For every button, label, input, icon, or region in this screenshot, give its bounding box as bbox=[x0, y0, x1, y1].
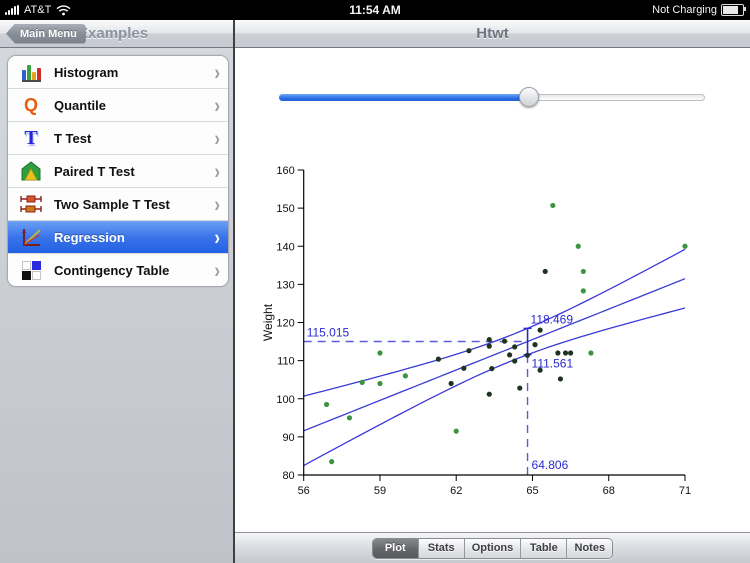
svg-text:59: 59 bbox=[374, 485, 386, 497]
sidebar-item-paired-t-test[interactable]: Paired T Test › bbox=[8, 155, 228, 188]
svg-text:160: 160 bbox=[276, 165, 294, 177]
two-sample-t-test-icon bbox=[18, 192, 44, 216]
confidence-slider[interactable] bbox=[279, 86, 705, 108]
tab-stats[interactable]: Stats bbox=[418, 538, 465, 558]
t-test-icon: T bbox=[24, 127, 38, 149]
main-navbar: Htwt bbox=[235, 20, 750, 48]
sidebar-item-label: Quantile bbox=[54, 97, 107, 113]
battery-status-label: Not Charging bbox=[652, 4, 717, 16]
chevron-right-icon: › bbox=[214, 192, 220, 216]
svg-text:110: 110 bbox=[277, 356, 295, 368]
main-pane: Htwt 80 90 100 110 120 130 140 150 160 56 59 62 65 68… bbox=[235, 20, 750, 563]
svg-text:62: 62 bbox=[450, 485, 462, 497]
svg-text:120: 120 bbox=[276, 318, 294, 330]
view-segmented-control: Plot Stats Options Table Notes bbox=[371, 537, 614, 559]
tab-options[interactable]: Options bbox=[464, 538, 522, 558]
tab-table[interactable]: Table bbox=[521, 538, 568, 558]
chevron-right-icon: › bbox=[214, 159, 220, 183]
svg-text:130: 130 bbox=[276, 279, 294, 291]
paired-t-test-icon bbox=[18, 159, 44, 183]
svg-text:150: 150 bbox=[276, 203, 294, 215]
sidebar-item-label: Two Sample T Test bbox=[54, 196, 170, 212]
svg-text:65: 65 bbox=[526, 485, 538, 497]
battery-icon bbox=[721, 4, 746, 16]
chevron-right-icon: › bbox=[214, 126, 220, 150]
chevron-right-icon: › bbox=[214, 60, 220, 84]
status-bar: AT&T 11:54 AM Not Charging bbox=[0, 0, 750, 20]
svg-text:140: 140 bbox=[276, 241, 294, 253]
svg-text:Weight: Weight bbox=[261, 303, 275, 341]
sidebar-item-quantile[interactable]: Q Quantile › bbox=[8, 89, 228, 122]
sidebar: Main Menu Examples Histogram › Q Quantil… bbox=[0, 20, 235, 563]
sidebar-item-label: Regression bbox=[54, 229, 125, 245]
chevron-right-icon: › bbox=[214, 93, 220, 117]
chevron-right-icon: › bbox=[214, 225, 220, 249]
sidebar-item-label: Contingency Table bbox=[54, 262, 170, 278]
quantile-icon: Q bbox=[23, 95, 38, 115]
sidebar-item-label: T Test bbox=[54, 130, 92, 146]
sidebar-item-label: Histogram bbox=[54, 64, 119, 80]
svg-text:118.469: 118.469 bbox=[531, 312, 574, 326]
sidebar-navbar: Main Menu Examples bbox=[0, 20, 233, 48]
contingency-table-icon bbox=[18, 258, 44, 282]
svg-text:90: 90 bbox=[282, 432, 294, 444]
sidebar-item-histogram[interactable]: Histogram › bbox=[8, 56, 228, 89]
svg-text:115.015: 115.015 bbox=[307, 326, 350, 340]
tab-notes[interactable]: Notes bbox=[567, 538, 613, 558]
examples-menu: Histogram › Q Quantile › T T Test › Pair… bbox=[7, 55, 229, 287]
bottom-toolbar: Plot Stats Options Table Notes bbox=[235, 532, 750, 563]
sidebar-item-contingency-table[interactable]: Contingency Table › bbox=[8, 254, 228, 286]
tab-plot[interactable]: Plot bbox=[372, 538, 419, 558]
sidebar-item-label: Paired T Test bbox=[54, 163, 135, 179]
chevron-right-icon: › bbox=[214, 258, 220, 282]
sidebar-item-two-sample-t-test[interactable]: Two Sample T Test › bbox=[8, 188, 228, 221]
histogram-icon bbox=[18, 60, 44, 84]
svg-text:111.561: 111.561 bbox=[532, 357, 574, 371]
svg-text:80: 80 bbox=[282, 470, 294, 482]
svg-text:64.806: 64.806 bbox=[532, 458, 569, 472]
svg-text:100: 100 bbox=[276, 394, 294, 406]
svg-text:68: 68 bbox=[603, 485, 615, 497]
sidebar-item-t-test[interactable]: T T Test › bbox=[8, 122, 228, 155]
slider-track-filled[interactable] bbox=[279, 94, 529, 101]
slider-thumb[interactable] bbox=[518, 87, 539, 107]
app-screen: AT&T 11:54 AM Not Charging Main Menu Exa… bbox=[0, 0, 750, 563]
plot-canvas[interactable]: 80 90 100 110 120 130 140 150 160 56 59 62 65 68 71 Wei… bbox=[250, 130, 728, 498]
main-menu-back-button[interactable]: Main Menu bbox=[6, 23, 86, 44]
regression-icon bbox=[18, 225, 44, 249]
sidebar-item-regression[interactable]: Regression › bbox=[8, 221, 228, 254]
clock: 11:54 AM bbox=[349, 3, 401, 17]
svg-text:56: 56 bbox=[298, 485, 310, 497]
svg-text:71: 71 bbox=[679, 485, 691, 497]
page-title: Htwt bbox=[476, 25, 509, 42]
